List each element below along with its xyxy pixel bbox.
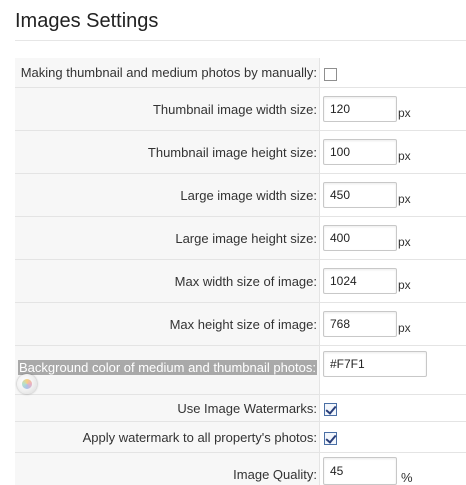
setting-row-large-height: Large image height size: px [15, 217, 466, 260]
unit-label: px [398, 321, 411, 335]
setting-row-thumbnail-width: Thumbnail image width size: px [15, 88, 466, 131]
setting-label: Image Quality: [15, 453, 320, 485]
setting-value [320, 395, 466, 421]
title-divider [15, 40, 466, 41]
setting-value: % [320, 453, 466, 485]
large-width-input[interactable] [323, 182, 397, 208]
setting-row-image-quality: Image Quality: % [15, 453, 466, 485]
background-color-input[interactable] [323, 351, 427, 377]
thumbnail-height-input[interactable] [323, 139, 397, 165]
setting-value [320, 58, 466, 87]
setting-row-large-width: Large image width size: px [15, 174, 466, 217]
unit-label: px [398, 106, 411, 120]
setting-value: px [320, 88, 466, 130]
setting-value: px [320, 303, 466, 345]
setting-label: Max height size of image: [15, 303, 320, 345]
setting-value: px [320, 174, 466, 216]
large-height-label: Large image height size: [175, 230, 317, 246]
setting-row-manual-thumbnails: Making thumbnail and medium photos by ma… [15, 58, 466, 88]
max-width-input[interactable] [323, 268, 397, 294]
max-height-input[interactable] [323, 311, 397, 337]
setting-row-apply-watermark: Apply watermark to all property's photos… [15, 422, 466, 453]
settings-table: Making thumbnail and medium photos by ma… [15, 58, 466, 485]
setting-label: Thumbnail image width size: [15, 88, 320, 130]
unit-label: px [398, 278, 411, 292]
max-width-label: Max width size of image: [174, 273, 317, 289]
thumbnail-width-input[interactable] [323, 96, 397, 122]
setting-value [320, 422, 466, 452]
background-color-label: Background color of medium and thumbnail… [17, 360, 317, 375]
max-height-label: Max height size of image: [169, 316, 317, 332]
setting-value: px [320, 131, 466, 173]
setting-value: px [320, 217, 466, 259]
page-title: Images Settings [15, 10, 159, 32]
color-picker-icon[interactable] [17, 374, 37, 394]
large-height-input[interactable] [323, 225, 397, 251]
thumbnail-height-label: Thumbnail image height size: [147, 144, 317, 160]
apply-watermark-label: Apply watermark to all property's photos… [82, 429, 317, 445]
setting-label: Large image width size: [15, 174, 320, 216]
unit-label: px [398, 235, 411, 249]
apply-watermark-checkbox[interactable] [324, 432, 337, 445]
unit-label: px [398, 192, 411, 206]
setting-label: Use Image Watermarks: [15, 395, 320, 421]
manual-thumbnails-checkbox[interactable] [324, 68, 337, 81]
setting-label: Large image height size: [15, 217, 320, 259]
thumbnail-width-label: Thumbnail image width size: [152, 101, 317, 117]
setting-row-use-watermarks: Use Image Watermarks: [15, 395, 466, 422]
setting-row-max-width: Max width size of image: px [15, 260, 466, 303]
setting-label: Making thumbnail and medium photos by ma… [15, 58, 320, 87]
manual-thumbnails-label: Making thumbnail and medium photos by ma… [20, 65, 317, 80]
setting-label: Max width size of image: [15, 260, 320, 302]
setting-label: Apply watermark to all property's photos… [15, 422, 320, 452]
setting-row-max-height: Max height size of image: px [15, 303, 466, 346]
setting-label: Background color of medium and thumbnail… [15, 346, 320, 394]
use-watermarks-label: Use Image Watermarks: [177, 400, 317, 416]
setting-label: Thumbnail image height size: [15, 131, 320, 173]
setting-row-thumbnail-height: Thumbnail image height size: px [15, 131, 466, 174]
large-width-label: Large image width size: [180, 187, 317, 203]
unit-label: % [401, 470, 413, 485]
setting-value [320, 346, 466, 394]
setting-row-background-color: Background color of medium and thumbnail… [15, 346, 466, 395]
use-watermarks-checkbox[interactable] [324, 403, 337, 416]
image-quality-label: Image Quality: [233, 467, 317, 482]
setting-value: px [320, 260, 466, 302]
unit-label: px [398, 149, 411, 163]
